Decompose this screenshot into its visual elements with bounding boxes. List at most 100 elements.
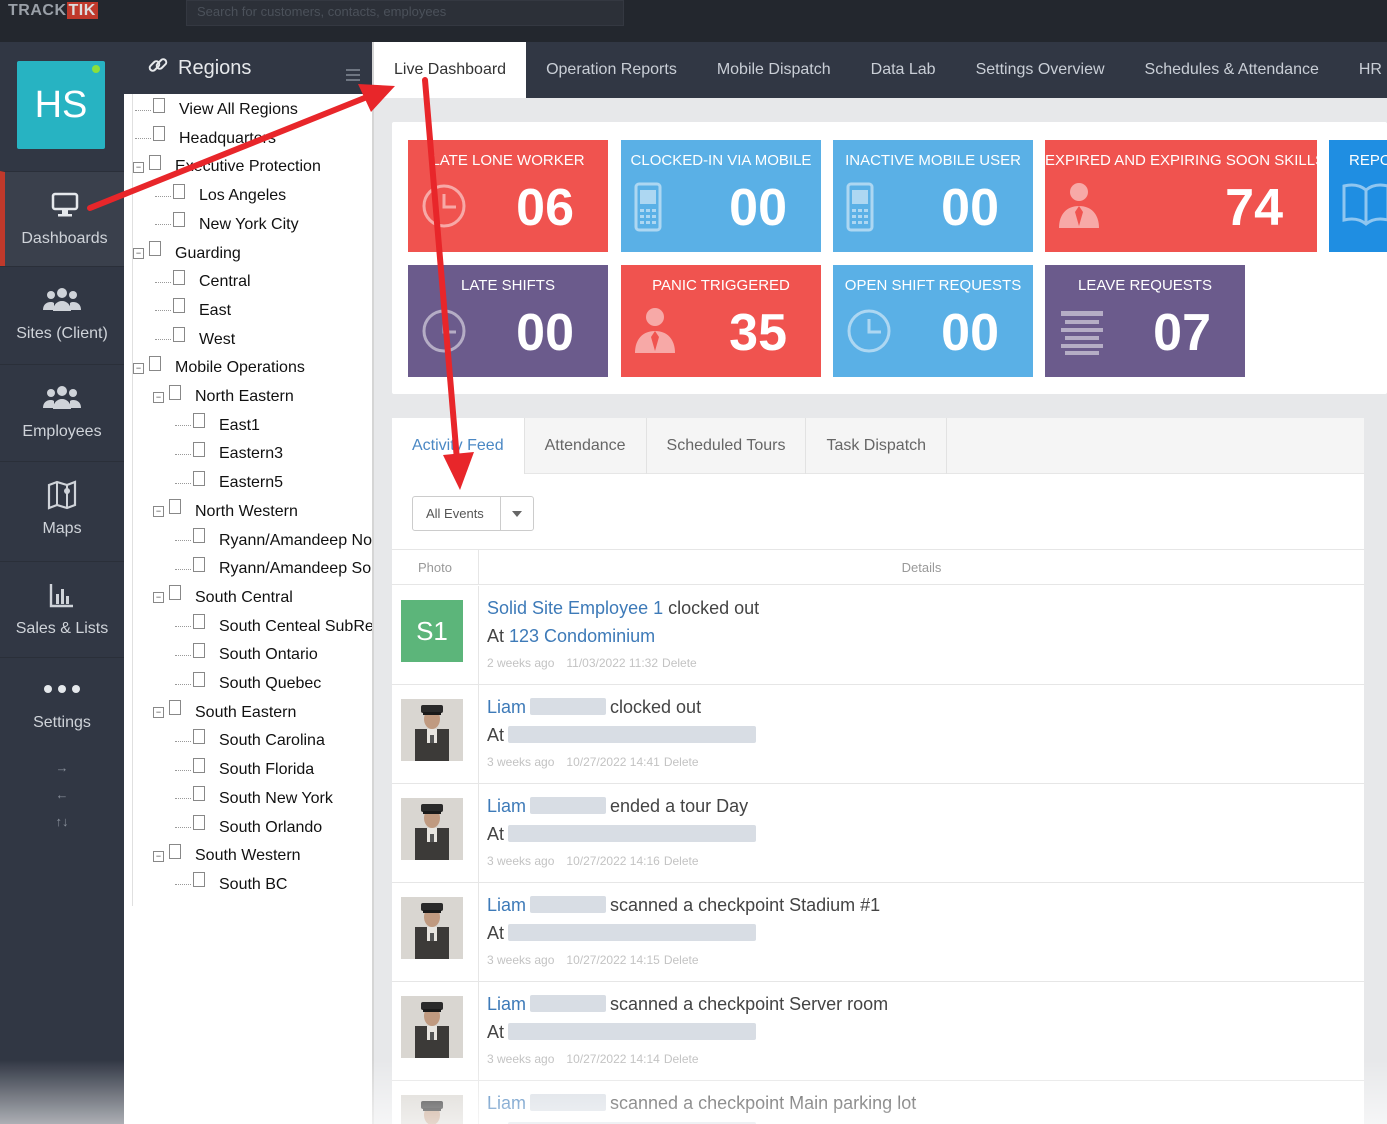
tree-node-view-all-regions[interactable]: View All Regions: [135, 96, 298, 124]
employee-photo[interactable]: [401, 996, 463, 1058]
tree-node-south-orlando[interactable]: South Orlando: [175, 814, 322, 842]
tile-panic-triggered[interactable]: PANIC TRIGGERED 35: [621, 265, 821, 377]
top-tabs: Live Dashboard Operation Reports Mobile Di…: [374, 42, 1387, 98]
tree-node-south-eastern[interactable]: − South Eastern: [153, 699, 296, 727]
collapse-toggle-icon[interactable]: −: [153, 592, 164, 604]
tile-label: OPEN SHIFT REQUESTS: [844, 277, 1022, 294]
search-input[interactable]: Search for customers, contacts, employee…: [186, 0, 624, 26]
employee-photo[interactable]: [401, 798, 463, 860]
tree-node-north-eastern[interactable]: − North Eastern: [153, 383, 294, 411]
tree-node-headquarters[interactable]: Headquarters: [135, 125, 276, 153]
nav-item-sales-lists[interactable]: Sales & Lists: [0, 561, 124, 657]
collapse-toggle-icon[interactable]: −: [133, 248, 144, 259]
employee-link[interactable]: Liam: [487, 697, 526, 717]
tree-node-eastern3[interactable]: Eastern3: [175, 440, 283, 468]
tracktik-logo[interactable]: TRACK TIK: [8, 2, 98, 20]
photo-cell: [392, 1081, 479, 1124]
tile-late-shifts[interactable]: LATE SHIFTS 00: [408, 265, 608, 377]
tab-schedules-attendance[interactable]: Schedules & Attendance: [1125, 42, 1339, 98]
nav-item-sites-client[interactable]: Sites (Client): [0, 266, 124, 364]
nav-item-maps[interactable]: Maps: [0, 461, 124, 561]
tree-node-west[interactable]: West: [155, 326, 235, 354]
tab-live-dashboard[interactable]: Live Dashboard: [374, 42, 527, 98]
employee-link[interactable]: Liam: [487, 895, 526, 915]
employee-link[interactable]: Liam: [487, 994, 526, 1014]
tab-operation-reports[interactable]: Operation Reports: [526, 42, 697, 98]
tab-data-lab[interactable]: Data Lab: [851, 42, 956, 98]
employee-photo[interactable]: [401, 1095, 463, 1124]
collapse-arrow-icon[interactable]: ←: [0, 781, 124, 808]
tree-node-south-florida[interactable]: South Florida: [175, 756, 314, 784]
tree-node-south-ontario[interactable]: South Ontario: [175, 641, 318, 669]
employee-link[interactable]: Liam: [487, 796, 526, 816]
collapse-toggle-icon[interactable]: −: [133, 161, 144, 173]
tree-node-ryann-amandeep-no[interactable]: Ryann/Amandeep No: [175, 527, 372, 555]
event-filter-dropdown[interactable]: All Events: [412, 496, 534, 531]
tree-node-new-york-city[interactable]: New York City: [155, 211, 299, 239]
tile-open-shift-requests[interactable]: OPEN SHIFT REQUESTS 00: [833, 265, 1033, 377]
tree-node-south-quebec[interactable]: South Quebec: [175, 670, 321, 698]
delete-link[interactable]: Delete: [664, 1052, 699, 1066]
list-menu-icon[interactable]: [346, 64, 360, 87]
collapse-toggle-icon[interactable]: −: [153, 850, 164, 862]
tile-expired-and-expiring-soon-skills[interactable]: EXPIRED AND EXPIRING SOON SKILLS 74: [1045, 140, 1317, 252]
nav-item-dashboards[interactable]: Dashboards: [0, 171, 124, 266]
tile-leave-requests[interactable]: LEAVE REQUESTS 07: [1045, 265, 1245, 377]
tab-settings-overview[interactable]: Settings Overview: [956, 42, 1125, 98]
tree-node-south-central[interactable]: − South Central: [153, 584, 293, 612]
employee-photo[interactable]: [401, 897, 463, 959]
employee-link[interactable]: Solid Site Employee 1: [487, 598, 663, 618]
tab-hr[interactable]: HR &: [1339, 42, 1387, 98]
collapse-toggle-icon[interactable]: −: [153, 506, 164, 518]
tree-node-east1[interactable]: East1: [175, 412, 260, 440]
collapse-toggle-icon[interactable]: −: [133, 362, 144, 374]
tree-node-north-western[interactable]: − North Western: [153, 498, 298, 526]
document-icon: [169, 585, 181, 601]
tree-node-los-angeles[interactable]: Los Angeles: [155, 182, 286, 210]
tree-node-executive-protection[interactable]: − Executive Protection: [133, 153, 321, 181]
tile-inactive-mobile-user[interactable]: INACTIVE MOBILE USER 00: [833, 140, 1033, 252]
employee-initials-avatar[interactable]: S1: [401, 600, 463, 662]
feed-tab-attendance[interactable]: Attendance: [525, 418, 647, 474]
tab-mobile-dispatch[interactable]: Mobile Dispatch: [697, 42, 851, 98]
delete-link[interactable]: Delete: [664, 854, 699, 868]
tree-connector: [175, 568, 191, 570]
tile-late-lone-worker[interactable]: LATE LONE WORKER 06: [408, 140, 608, 252]
feed-tab-scheduled-tours[interactable]: Scheduled Tours: [647, 418, 807, 474]
expand-arrow-icon[interactable]: →: [0, 754, 124, 781]
nav-item-settings[interactable]: Settings: [0, 657, 124, 745]
tree-node-guarding[interactable]: − Guarding: [133, 240, 241, 268]
document-icon: [149, 154, 161, 170]
tree-node-eastern5[interactable]: Eastern5: [175, 469, 283, 497]
site-link[interactable]: 123 Condominium: [509, 626, 655, 646]
tree-node-east[interactable]: East: [155, 297, 231, 325]
delete-link[interactable]: Delete: [664, 953, 699, 967]
delete-link[interactable]: Delete: [664, 755, 699, 769]
tree-node-label: Eastern3: [219, 445, 284, 463]
nav-item-employees[interactable]: Employees: [0, 364, 124, 461]
user-avatar[interactable]: HS: [17, 61, 105, 149]
collapse-toggle-icon[interactable]: −: [153, 391, 164, 403]
collapse-toggle-icon[interactable]: −: [153, 707, 164, 719]
feed-tab-activity-feed[interactable]: Activity Feed: [392, 418, 525, 474]
event-meta: 3 weeks ago 10/27/2022 14:16 Delete: [487, 854, 699, 868]
tree-node-south-new-york[interactable]: South New York: [175, 785, 333, 813]
tree-node-label: East: [199, 301, 232, 319]
tree-node-central[interactable]: Central: [155, 268, 251, 296]
tree-node-label: West: [199, 330, 236, 348]
sort-arrow-icon[interactable]: ↑↓: [0, 808, 124, 835]
employee-photo[interactable]: [401, 699, 463, 761]
employee-link[interactable]: Liam: [487, 1093, 526, 1113]
tile-repo[interactable]: REPO: [1329, 140, 1387, 252]
tree-node-mobile-operations[interactable]: − Mobile Operations: [133, 354, 305, 382]
tree-node-ryann-amandeep-so[interactable]: Ryann/Amandeep So: [175, 555, 371, 583]
tile-clocked-in-via-mobile[interactable]: CLOCKED-IN VIA MOBILE 00: [621, 140, 821, 252]
tree-node-south-bc[interactable]: South BC: [175, 871, 287, 899]
document-icon: [173, 327, 185, 343]
tree-node-south-carolina[interactable]: South Carolina: [175, 727, 325, 755]
delete-link[interactable]: Delete: [662, 656, 697, 670]
feed-tab-task-dispatch[interactable]: Task Dispatch: [806, 418, 948, 474]
tree-node-south-centeal-subre[interactable]: South Centeal SubRe: [175, 613, 372, 641]
tree-node-south-western[interactable]: − South Western: [153, 842, 301, 870]
mobile-phone-icon: [845, 182, 875, 237]
